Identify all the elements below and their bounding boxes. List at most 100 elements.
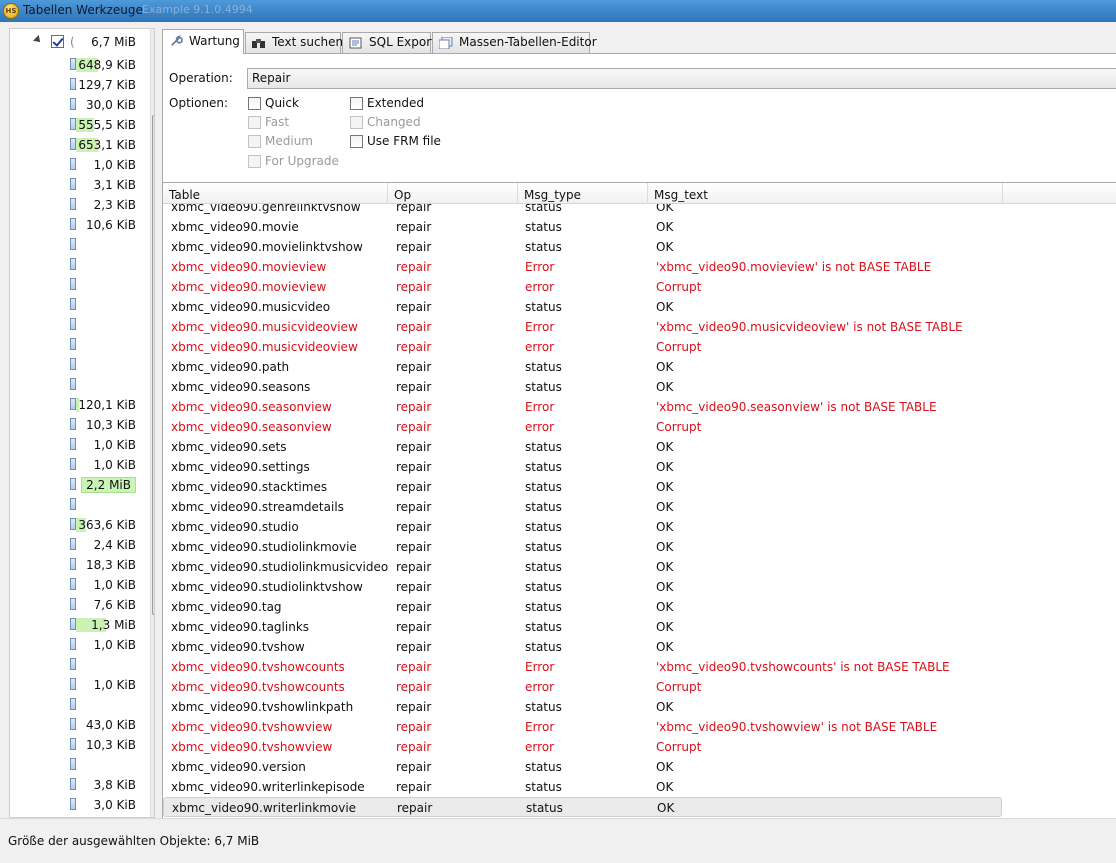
tree-table-node[interactable]: 1,3 MiB	[10, 615, 150, 635]
results-grid[interactable]: Table Op Msg_type Msg_text xbmc_video90.…	[162, 182, 1116, 818]
root-size: 6,7 MiB	[91, 35, 136, 49]
tree-table-node[interactable]: 129,7 KiB	[10, 75, 150, 95]
table-row[interactable]: xbmc_video90.tvshowview repair error Corrup…	[163, 737, 1002, 757]
table-icon	[70, 698, 76, 710]
tree-table-node[interactable]: 2,4 KiB	[10, 535, 150, 555]
use-frm-file-checkbox[interactable]: Use FRM file	[350, 134, 441, 150]
table-row[interactable]: xbmc_video90.movie repair status OK	[163, 217, 1002, 237]
tree-scrollbar[interactable]	[150, 29, 154, 817]
tree-table-node[interactable]: 2,2 MiB	[10, 475, 150, 495]
tree-table-node[interactable]	[10, 235, 150, 255]
checkbox-box[interactable]	[350, 135, 363, 148]
checkbox-box[interactable]	[350, 97, 363, 110]
checkbox-box[interactable]	[248, 97, 261, 110]
tree-table-node[interactable]: 30,0 KiB	[10, 95, 150, 115]
tree-table-node[interactable]	[10, 295, 150, 315]
tree-table-node[interactable]: 653,1 KiB	[10, 135, 150, 155]
table-row[interactable]: xbmc_video90.tvshow repair status OK	[163, 637, 1002, 657]
column-header-msg-text[interactable]: Msg_text	[648, 183, 1003, 204]
table-row[interactable]: xbmc_video90.tag repair status OK	[163, 597, 1002, 617]
table-row[interactable]: xbmc_video90.genrelinktvshow repair status…	[163, 204, 1002, 217]
table-size: 1,0 KiB	[93, 438, 136, 452]
tree-table-node[interactable]: 18,3 KiB	[10, 555, 150, 575]
table-row[interactable]: xbmc_video90.path repair status OK	[163, 357, 1002, 377]
table-row[interactable]: xbmc_video90.studio repair status OK	[163, 517, 1002, 537]
tree-table-node[interactable]: 10,3 KiB	[10, 415, 150, 435]
tree-table-node[interactable]	[10, 255, 150, 275]
tree-table-node[interactable]: 363,6 KiB	[10, 515, 150, 535]
tree-table-node[interactable]: 3,1 KiB	[10, 175, 150, 195]
tree-table-node[interactable]: 120,1 KiB	[10, 395, 150, 415]
tree-table-node[interactable]: 7,6 KiB	[10, 595, 150, 615]
extended-checkbox[interactable]: Extended	[350, 96, 424, 112]
tree-table-node[interactable]	[10, 495, 150, 515]
tree-table-node[interactable]: 1,0 KiB	[10, 155, 150, 175]
table-row[interactable]: xbmc_video90.seasonview repair Error 'xbmc_…	[163, 397, 1002, 417]
table-row[interactable]: xbmc_video90.musicvideo repair status OK	[163, 297, 1002, 317]
table-row[interactable]: xbmc_video90.sets repair status OK	[163, 437, 1002, 457]
table-row[interactable]: xbmc_video90.studiolinktvshow repair statu…	[163, 577, 1002, 597]
table-row[interactable]: xbmc_video90.tvshowcounts repair Error 'xbm…	[163, 657, 1002, 677]
tree-table-node[interactable]	[10, 695, 150, 715]
tree-table-node[interactable]: 3,0 KiB	[10, 795, 150, 815]
column-header-op[interactable]: Op	[388, 183, 518, 204]
table-row[interactable]: xbmc_video90.movielinktvshow repair status…	[163, 237, 1002, 257]
tree-table-node[interactable]: 1,0 KiB	[10, 455, 150, 475]
table-row[interactable]: xbmc_video90.studiolinkmovie repair status…	[163, 537, 1002, 557]
cell-text: OK	[656, 460, 674, 474]
tree-table-node[interactable]: 1,0 KiB	[10, 635, 150, 655]
tree-root-node[interactable]: ( 6,7 MiB	[10, 34, 150, 50]
tree-table-node[interactable]: 10,6 KiB	[10, 215, 150, 235]
tree-table-node[interactable]: 1,0 KiB	[10, 435, 150, 455]
table-row[interactable]: xbmc_video90.tvshowcounts repair error Corr…	[163, 677, 1002, 697]
tree-table-node[interactable]: 1,0 KiB	[10, 675, 150, 695]
table-row[interactable]: xbmc_video90.studiolinkmusicvideo repair s…	[163, 557, 1002, 577]
tree-table-node[interactable]: 3,8 KiB	[10, 775, 150, 795]
tab-wartung[interactable]: Wartung	[162, 29, 244, 54]
database-tree[interactable]: ( 6,7 MiB 648,9 KiB 129,7 KiB 30,0 KiB 555,…	[9, 28, 155, 818]
checkbox-box	[350, 116, 363, 129]
root-checkbox[interactable]	[51, 35, 64, 48]
table-row[interactable]: xbmc_video90.musicvideoview repair Error 'x…	[163, 317, 1002, 337]
table-row[interactable]: xbmc_video90.musicvideoview repair error Co…	[163, 337, 1002, 357]
table-row[interactable]: xbmc_video90.writerlinkepisode repair stat…	[163, 777, 1002, 797]
status-bar: Größe der ausgewählten Objekte: 6,7 MiB	[0, 818, 1116, 863]
tree-table-node[interactable]: 2,3 KiB	[10, 195, 150, 215]
tree-table-node[interactable]	[10, 335, 150, 355]
expand-arrow-icon[interactable]	[33, 35, 43, 45]
table-row[interactable]: xbmc_video90.writerlinkmovie repair status…	[163, 797, 1002, 817]
tree-table-node[interactable]	[10, 315, 150, 335]
tab-massen-tabellen-editor[interactable]: Massen-Tabellen-Editor	[432, 32, 597, 53]
tree-table-node[interactable]	[10, 655, 150, 675]
cell-type: error	[525, 680, 555, 694]
cell-text: OK	[656, 440, 674, 454]
tree-table-node[interactable]: 648,9 KiB	[10, 55, 150, 75]
results-body: xbmc_video90.genrelinktvshow repair status…	[163, 204, 1116, 818]
tree-table-node[interactable]	[10, 355, 150, 375]
tab-text-suchen[interactable]: Text suchen	[245, 32, 343, 53]
tree-table-node[interactable]	[10, 755, 150, 775]
operation-select[interactable]: Repair	[247, 68, 1116, 89]
table-row[interactable]: xbmc_video90.seasons repair status OK	[163, 377, 1002, 397]
cell-text: Corrupt	[656, 680, 702, 694]
table-row[interactable]: xbmc_video90.version repair status OK	[163, 757, 1002, 777]
tree-table-node[interactable]: 555,5 KiB	[10, 115, 150, 135]
tree-table-node[interactable]: 10,3 KiB	[10, 735, 150, 755]
tree-table-node[interactable]	[10, 375, 150, 395]
column-header-msg-type[interactable]: Msg_type	[518, 183, 648, 204]
tree-table-node[interactable]: 1,0 KiB	[10, 575, 150, 595]
table-row[interactable]: xbmc_video90.tvshowview repair Error 'xbmc_…	[163, 717, 1002, 737]
table-row[interactable]: xbmc_video90.seasonview repair error Corrup…	[163, 417, 1002, 437]
table-row[interactable]: xbmc_video90.tvshowlinkpath repair status O…	[163, 697, 1002, 717]
tab-sql-export[interactable]: SQL Export	[342, 32, 436, 53]
tree-table-node[interactable]: 43,0 KiB	[10, 715, 150, 735]
table-row[interactable]: xbmc_video90.taglinks repair status OK	[163, 617, 1002, 637]
table-row[interactable]: xbmc_video90.stacktimes repair status OK	[163, 477, 1002, 497]
tree-table-node[interactable]	[10, 275, 150, 295]
table-row[interactable]: xbmc_video90.settings repair status OK	[163, 457, 1002, 477]
table-row[interactable]: xbmc_video90.movieview repair Error 'xbmc_v…	[163, 257, 1002, 277]
column-header-table[interactable]: Table	[163, 183, 388, 204]
quick-checkbox[interactable]: Quick	[248, 96, 299, 112]
table-row[interactable]: xbmc_video90.movieview repair error Corrupt	[163, 277, 1002, 297]
table-row[interactable]: xbmc_video90.streamdetails repair status OK	[163, 497, 1002, 517]
